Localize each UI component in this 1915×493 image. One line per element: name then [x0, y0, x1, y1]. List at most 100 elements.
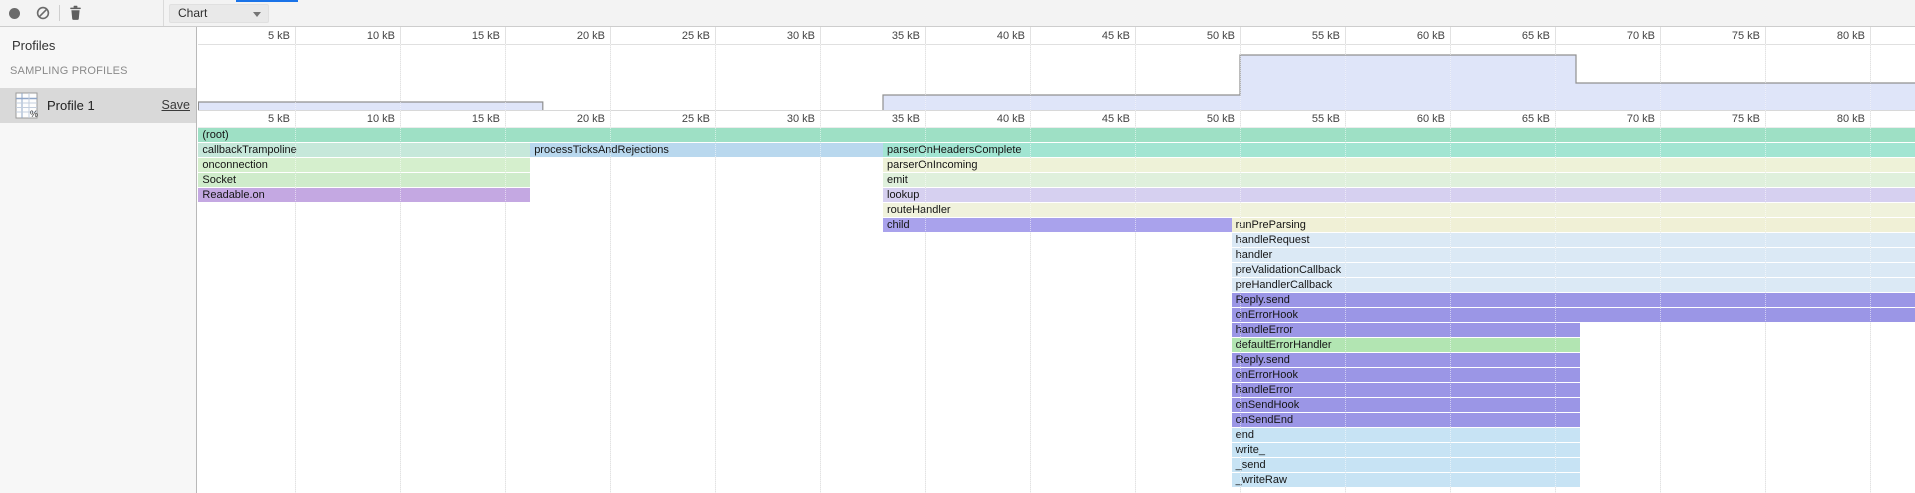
flame-bar-label: onSendEnd	[1232, 414, 1294, 426]
flame-bar[interactable]: _send	[1232, 458, 1581, 472]
ruler-tick-label: 40 kB	[997, 113, 1025, 125]
flame-bar[interactable]: defaultErrorHandler	[1232, 338, 1581, 352]
flame-bar-label: processTicksAndRejections	[530, 144, 669, 156]
flame-bar[interactable]: Reply.send	[1232, 293, 1915, 307]
flame-bar[interactable]: onSendEnd	[1232, 413, 1581, 427]
flame-bar-label: onconnection	[198, 159, 267, 171]
flame-graph: (root)callbackTrampolineprocessTicksAndR…	[198, 127, 1915, 493]
flame-bar-label: write_	[1232, 444, 1265, 456]
ruler-tick-label: 30 kB	[787, 113, 815, 125]
flame-bar[interactable]: onErrorHook	[1232, 368, 1581, 382]
view-mode-select[interactable]: Chart	[169, 4, 269, 23]
delete-profile-icon[interactable]	[68, 5, 83, 21]
active-tab-indicator	[236, 0, 298, 2]
flame-chart-area: 5 kB 10 kB 15 kB 20 kB 25 kB 30 kB 35 kB 40 kB 4…	[198, 27, 1915, 493]
ruler-tick-label: 40 kB	[997, 30, 1025, 42]
flame-bar[interactable]: routeHandler	[883, 203, 1915, 217]
profiler-panel: Chart Profiles SAMPLING PROFILES % Profi	[0, 0, 1915, 493]
flame-bar[interactable]: preValidationCallback	[1232, 263, 1915, 277]
flame-bar[interactable]: handleRequest	[1232, 233, 1915, 247]
profile-name: Profile 1	[47, 98, 95, 113]
flame-bar[interactable]: (root)	[198, 128, 1915, 142]
ruler-tick-label: 35 kB	[892, 30, 920, 42]
flame-bar[interactable]: parserOnIncoming	[883, 158, 1915, 172]
flame-bar-label: _send	[1232, 459, 1266, 471]
ruler-tick-label: 65 kB	[1522, 113, 1550, 125]
flame-bar-label: defaultErrorHandler	[1232, 339, 1332, 351]
toolbar-divider	[59, 5, 60, 21]
flame-bar[interactable]: parserOnHeadersComplete	[883, 143, 1915, 157]
ruler-tick-label: 80 kB	[1837, 113, 1865, 125]
flame-bar[interactable]: emit	[883, 173, 1915, 187]
sampling-profiles-section-label: SAMPLING PROFILES	[10, 65, 128, 77]
panel-split-line	[163, 0, 164, 26]
flame-bar[interactable]: onErrorHook	[1232, 308, 1915, 322]
clear-icon[interactable]	[36, 6, 50, 20]
flame-bar[interactable]: preHandlerCallback	[1232, 278, 1915, 292]
ruler-tick-label: 50 kB	[1207, 30, 1235, 42]
flame-bar-label: end	[1232, 429, 1254, 441]
flame-bar[interactable]: _writeRaw	[1232, 473, 1581, 487]
flame-bar[interactable]: handleError	[1232, 383, 1581, 397]
flame-bar[interactable]: write_	[1232, 443, 1581, 457]
flame-bar[interactable]: processTicksAndRejections	[530, 143, 883, 157]
ruler-tick-label: 25 kB	[682, 30, 710, 42]
flame-bar-label: runPreParsing	[1232, 219, 1306, 231]
ruler-tick-label: 5 kB	[268, 113, 290, 125]
ruler-tick-label: 75 kB	[1732, 113, 1760, 125]
flame-bar-label: preValidationCallback	[1232, 264, 1342, 276]
flame-bar[interactable]: handler	[1232, 248, 1915, 262]
ruler-tick-label: 50 kB	[1207, 113, 1235, 125]
ruler-tick-label: 55 kB	[1312, 113, 1340, 125]
flame-bar[interactable]: onSendHook	[1232, 398, 1581, 412]
flame-bar[interactable]: handleError	[1232, 323, 1581, 337]
flame-bar[interactable]: Readable.on	[198, 188, 530, 202]
flame-bar[interactable]: onconnection	[198, 158, 530, 172]
ruler-tick-label: 80 kB	[1837, 30, 1865, 42]
ruler-tick-label: 60 kB	[1417, 30, 1445, 42]
overview-divider	[198, 110, 1915, 111]
svg-text:%: %	[30, 109, 38, 119]
flame-bar[interactable]: Socket	[198, 173, 530, 187]
ruler-tick-label: 60 kB	[1417, 113, 1445, 125]
flame-bar-label: routeHandler	[883, 204, 951, 216]
flame-bar-label: _writeRaw	[1232, 474, 1287, 486]
ruler-tick-label: 15 kB	[472, 113, 500, 125]
ruler-tick-label: 5 kB	[268, 30, 290, 42]
flame-bar-label: emit	[883, 174, 908, 186]
sidebar-item-profile-1[interactable]: % Profile 1 Save	[0, 88, 196, 123]
flame-bar[interactable]: callbackTrampoline	[198, 143, 530, 157]
sidebar-title: Profiles	[12, 38, 55, 53]
flame-bar-label: Socket	[198, 174, 236, 186]
flame-bar[interactable]: Reply.send	[1232, 353, 1581, 367]
ruler-tick-label: 10 kB	[367, 30, 395, 42]
flame-bar-label: handler	[1232, 249, 1273, 261]
profile-table-icon: %	[15, 92, 38, 124]
flame-bar-label: onErrorHook	[1232, 309, 1298, 321]
flame-bar[interactable]: end	[1232, 428, 1581, 442]
ruler-tick-label: 70 kB	[1627, 113, 1655, 125]
flame-bar-label: Readable.on	[198, 189, 264, 201]
ruler-tick-label: 25 kB	[682, 113, 710, 125]
ruler-tick-label: 30 kB	[787, 30, 815, 42]
flame-bar-label: parserOnIncoming	[883, 159, 978, 171]
flame-bar[interactable]: child	[883, 218, 1232, 232]
memory-overview[interactable]	[198, 44, 1915, 110]
record-button[interactable]	[9, 8, 20, 19]
flame-bar[interactable]: lookup	[883, 188, 1915, 202]
ruler-tick-label: 35 kB	[892, 113, 920, 125]
ruler-tick-label: 45 kB	[1102, 113, 1130, 125]
ruler-tick-label: 20 kB	[577, 113, 605, 125]
flame-bar-label: handleError	[1232, 384, 1293, 396]
flame-bar-label: onErrorHook	[1232, 369, 1298, 381]
ruler-tick-label: 75 kB	[1732, 30, 1760, 42]
flame-bar-label: onSendHook	[1232, 399, 1300, 411]
save-profile-link[interactable]: Save	[162, 98, 191, 112]
flame-bar-label: lookup	[883, 189, 919, 201]
profiles-sidebar: Profiles SAMPLING PROFILES % Profile 1 S…	[0, 27, 197, 493]
ruler-tick-label: 15 kB	[472, 30, 500, 42]
ruler-tick-label: 70 kB	[1627, 30, 1655, 42]
flame-bar[interactable]: runPreParsing	[1232, 218, 1915, 232]
flame-bar-label: handleRequest	[1232, 234, 1310, 246]
toolbar: Chart	[0, 0, 1915, 27]
